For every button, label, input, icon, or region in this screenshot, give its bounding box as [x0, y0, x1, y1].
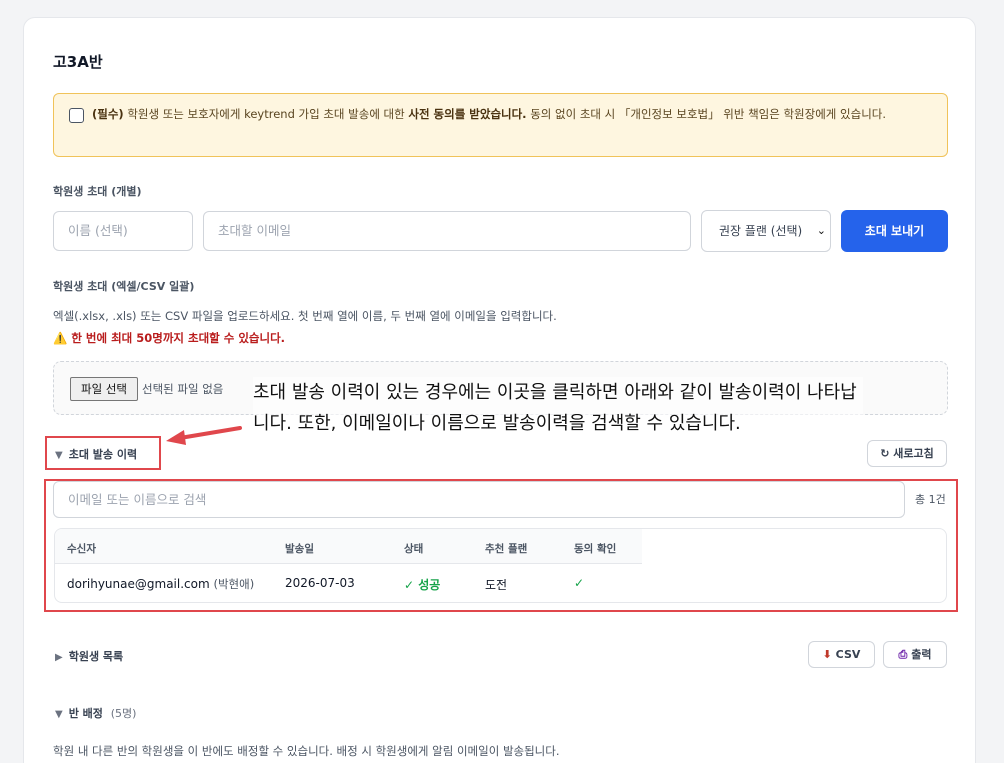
warning-icon: ⚠️ [53, 331, 68, 345]
refresh-button[interactable]: ↻ 새로고침 [867, 440, 947, 467]
plan-select[interactable]: 권장 플랜 (선택) ⌄ [701, 210, 831, 252]
file-status: 선택된 파일 없음 [142, 382, 224, 396]
download-icon: ⬇ [822, 648, 832, 661]
send-invite-button[interactable]: 초대 보내기 [841, 210, 948, 252]
csv-button[interactable]: ⬇ CSV [808, 641, 875, 668]
name-input[interactable]: 이름 (선택) [53, 211, 193, 251]
print-label: 출력 [911, 648, 932, 661]
triangle-right-icon: ▶ [55, 652, 63, 663]
annotation-callout: 초대 발송 이력이 있는 경우에는 이곳을 클릭하면 아래와 같이 발송이력이 … [253, 377, 863, 439]
print-button[interactable]: ⎙ 출력 [883, 641, 947, 668]
chevron-down-icon: ⌄ [816, 224, 826, 237]
consent-text: (필수) 학원생 또는 보호자에게 keytrend 가입 초대 발송에 대한 … [92, 105, 937, 124]
consent-box: (필수) 학원생 또는 보호자에게 keytrend 가입 초대 발송에 대한 … [53, 93, 948, 157]
students-title: 학원생 목록 [68, 650, 124, 663]
class-title: 고3A반 [53, 53, 103, 71]
invite-bulk-label: 학원생 초대 (엑셀/CSV 일괄) [53, 280, 195, 293]
consent-required: (필수) [92, 107, 124, 121]
email-input[interactable]: 초대할 이메일 [203, 211, 691, 251]
plan-select-value: 권장 플랜 (선택) [719, 224, 803, 238]
csv-label: CSV [835, 648, 861, 661]
consent-text-b: 동의 없이 초대 시 「개인정보 보호법」 위반 책임은 학원장에게 있습니다. [526, 107, 887, 121]
consent-text-a: 학원생 또는 보호자에게 keytrend 가입 초대 발송에 대한 [123, 107, 409, 121]
invite-single-label: 학원생 초대 (개별) [53, 185, 142, 198]
consent-checkbox[interactable] [69, 108, 84, 123]
invite-bulk-description: 엑셀(.xlsx, .xls) 또는 CSV 파일을 업로드하세요. 첫 번째 … [53, 309, 557, 323]
students-toggle[interactable]: ▶ 학원생 목록 [55, 648, 123, 664]
annotation-box-history-title [45, 436, 161, 470]
annotation-arrow-icon [166, 426, 242, 445]
file-select-button[interactable]: 파일 선택 [70, 377, 138, 401]
assignment-title: 반 배정 [68, 707, 103, 720]
triangle-down-icon: ▼ [55, 709, 63, 720]
printer-icon: ⎙ [898, 648, 908, 661]
assignment-toggle[interactable]: ▼ 반 배정 (5명) [55, 705, 136, 721]
assignment-description: 학원 내 다른 반의 학원생을 이 반에도 배정할 수 있습니다. 배정 시 학… [53, 744, 560, 758]
annotation-box-history-panel [44, 479, 958, 612]
assignment-count: (5명) [110, 707, 137, 720]
invite-bulk-warning: ⚠️ 한 번에 최대 50명까지 초대할 수 있습니다. [53, 330, 285, 346]
invite-bulk-warning-text: 한 번에 최대 50명까지 초대할 수 있습니다. [71, 331, 286, 345]
consent-text-bold: 사전 동의를 받았습니다. [408, 107, 527, 121]
